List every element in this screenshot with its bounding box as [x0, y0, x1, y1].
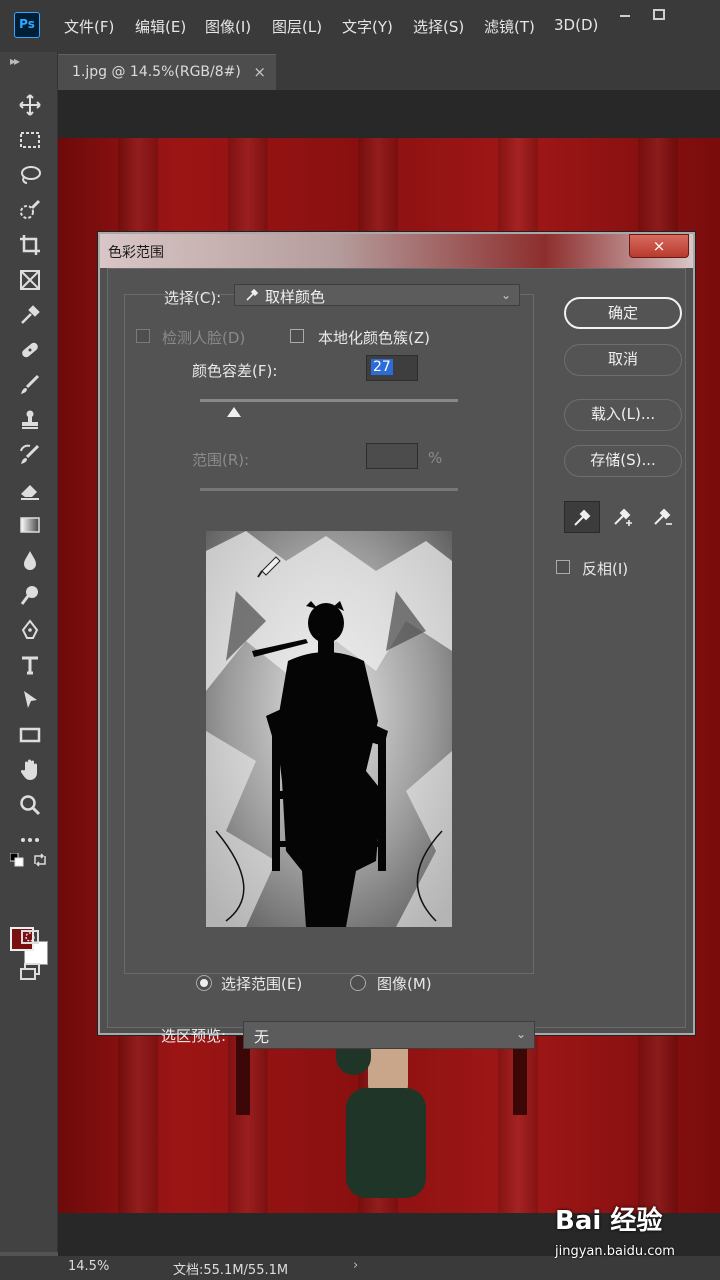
eyedropper-icon[interactable]: [12, 300, 48, 330]
fuzziness-slider-track[interactable]: [200, 399, 458, 402]
hand-icon[interactable]: [12, 755, 48, 785]
frame-icon[interactable]: [12, 265, 48, 295]
range-input: [366, 443, 418, 469]
quick-select-icon[interactable]: [12, 195, 48, 225]
fuzziness-value: 27: [371, 359, 393, 375]
selection-preview-label: 选区预览:: [161, 1027, 227, 1045]
document-size: 文档:55.1M/55.1M: [173, 1263, 289, 1278]
range-slider-track: [200, 488, 458, 491]
dialog-titlebar[interactable]: 色彩范围 ×: [100, 234, 693, 268]
range-unit: %: [428, 449, 443, 467]
clone-stamp-icon[interactable]: [12, 405, 48, 435]
load-button[interactable]: 载入(L)...: [564, 399, 682, 431]
save-button[interactable]: 存储(S)...: [564, 445, 682, 477]
lasso-icon[interactable]: [12, 160, 48, 190]
swap-colors-icon[interactable]: [32, 852, 48, 868]
detect-faces-checkbox: [136, 329, 150, 343]
screen-mode-icon[interactable]: [12, 957, 48, 987]
chevron-down-icon: ⌄: [515, 1027, 526, 1041]
detect-faces-label: 检测人脸(D): [162, 329, 246, 347]
localized-clusters-checkbox[interactable]: [290, 329, 304, 343]
menu-edit[interactable]: 编辑(E): [135, 16, 186, 37]
menu-image[interactable]: 图像(I): [205, 16, 251, 37]
history-brush-icon[interactable]: [12, 440, 48, 470]
dialog-body: 选择(C): 取样颜色 ⌄ 检测人脸(D) 本地化颜色簇(Z) 颜色容差(F):…: [107, 268, 686, 1049]
selection-preview[interactable]: [206, 531, 452, 927]
status-menu-arrow-icon[interactable]: ›: [353, 1258, 358, 1273]
close-tab-icon[interactable]: ×: [253, 63, 266, 81]
watermark-logo: Bai 经验: [555, 1206, 663, 1236]
zoom-icon[interactable]: [12, 790, 48, 820]
marquee-icon[interactable]: [12, 125, 48, 155]
sample-eyedropper-icon: [245, 288, 259, 306]
quick-mask-icon[interactable]: [12, 922, 48, 952]
photoshop-window: Ps 文件(F) 编辑(E) 图像(I) 图层(L) 文字(Y) 选择(S) 滤…: [0, 0, 720, 1280]
zoom-level[interactable]: 14.5%: [68, 1259, 109, 1274]
menu-filter[interactable]: 滤镜(T): [484, 16, 535, 37]
selection-preview-value: 无: [254, 1028, 270, 1046]
menu-layer[interactable]: 图层(L): [272, 16, 322, 37]
gradient-icon[interactable]: [12, 510, 48, 540]
chevron-down-icon: ⌄: [500, 288, 511, 302]
crop-icon[interactable]: [12, 230, 48, 260]
minimize-icon[interactable]: [610, 8, 640, 30]
menu-bar: Ps 文件(F) 编辑(E) 图像(I) 图层(L) 文字(Y) 选择(S) 滤…: [0, 0, 720, 52]
move-icon[interactable]: [12, 90, 48, 120]
brush-icon[interactable]: [12, 370, 48, 400]
invert-label: 反相(I): [582, 560, 629, 578]
select-dropdown[interactable]: 取样颜色 ⌄: [234, 284, 520, 306]
dodge-icon[interactable]: [12, 580, 48, 610]
collapse-panel-icon[interactable]: ▸▸: [10, 54, 20, 68]
document-tab[interactable]: 1.jpg @ 14.5%(RGB/8#) ×: [58, 54, 276, 90]
app-logo: Ps: [14, 12, 40, 38]
cancel-button[interactable]: 取消: [564, 344, 682, 376]
menu-select[interactable]: 选择(S): [413, 16, 464, 37]
fuzziness-input[interactable]: 27: [366, 355, 418, 381]
selection-radio-label: 选择范围(E): [221, 975, 303, 993]
menu-3d[interactable]: 3D(D): [554, 16, 598, 34]
document-tab-bar: 1.jpg @ 14.5%(RGB/8#) ×: [0, 52, 720, 90]
invert-checkbox[interactable]: [556, 560, 570, 574]
dialog-close-button[interactable]: ×: [629, 234, 689, 258]
menu-file[interactable]: 文件(F): [64, 16, 114, 37]
type-icon[interactable]: [12, 650, 48, 680]
image-radio[interactable]: [350, 975, 366, 991]
select-label: 选择(C):: [164, 289, 222, 307]
selection-radio[interactable]: [196, 975, 212, 991]
status-bar-left: [0, 1256, 58, 1280]
menu-type[interactable]: 文字(Y): [342, 16, 393, 37]
default-colors-icon[interactable]: [9, 852, 24, 867]
select-value: 取样颜色: [265, 288, 326, 306]
document-tab-title: 1.jpg @ 14.5%(RGB/8#): [72, 64, 241, 80]
eyedropper-add-icon[interactable]: [604, 501, 640, 533]
ok-button[interactable]: 确定: [564, 297, 682, 329]
eyedropper-subtract-icon[interactable]: [644, 501, 680, 533]
range-label: 范围(R):: [192, 451, 250, 469]
watermark-url: jingyan.baidu.com: [555, 1244, 675, 1259]
blur-icon[interactable]: [12, 545, 48, 575]
eyedropper-icon[interactable]: [564, 501, 600, 533]
pen-icon[interactable]: [12, 615, 48, 645]
healing-brush-icon[interactable]: [12, 335, 48, 365]
localized-clusters-label: 本地化颜色簇(Z): [318, 329, 430, 347]
more-tools-icon[interactable]: [12, 825, 48, 855]
color-range-dialog: 色彩范围 × 选择(C): 取样颜色 ⌄ 检测人脸(D) 本地化颜色簇(Z) 颜…: [98, 232, 695, 1049]
tools-panel: ▸▸: [0, 52, 58, 1252]
rectangle-icon[interactable]: [12, 720, 48, 750]
path-select-icon[interactable]: [12, 685, 48, 715]
baidu-watermark: Bai 经验 jingyan.baidu.com: [555, 1200, 715, 1270]
selection-preview-dropdown[interactable]: 无 ⌄: [243, 1021, 535, 1049]
eraser-icon[interactable]: [12, 475, 48, 505]
dialog-title: 色彩范围: [108, 245, 164, 261]
fuzziness-label: 颜色容差(F):: [192, 362, 278, 380]
image-radio-label: 图像(M): [377, 975, 432, 993]
fuzziness-slider-thumb[interactable]: [226, 407, 241, 417]
maximize-icon[interactable]: [644, 8, 674, 30]
